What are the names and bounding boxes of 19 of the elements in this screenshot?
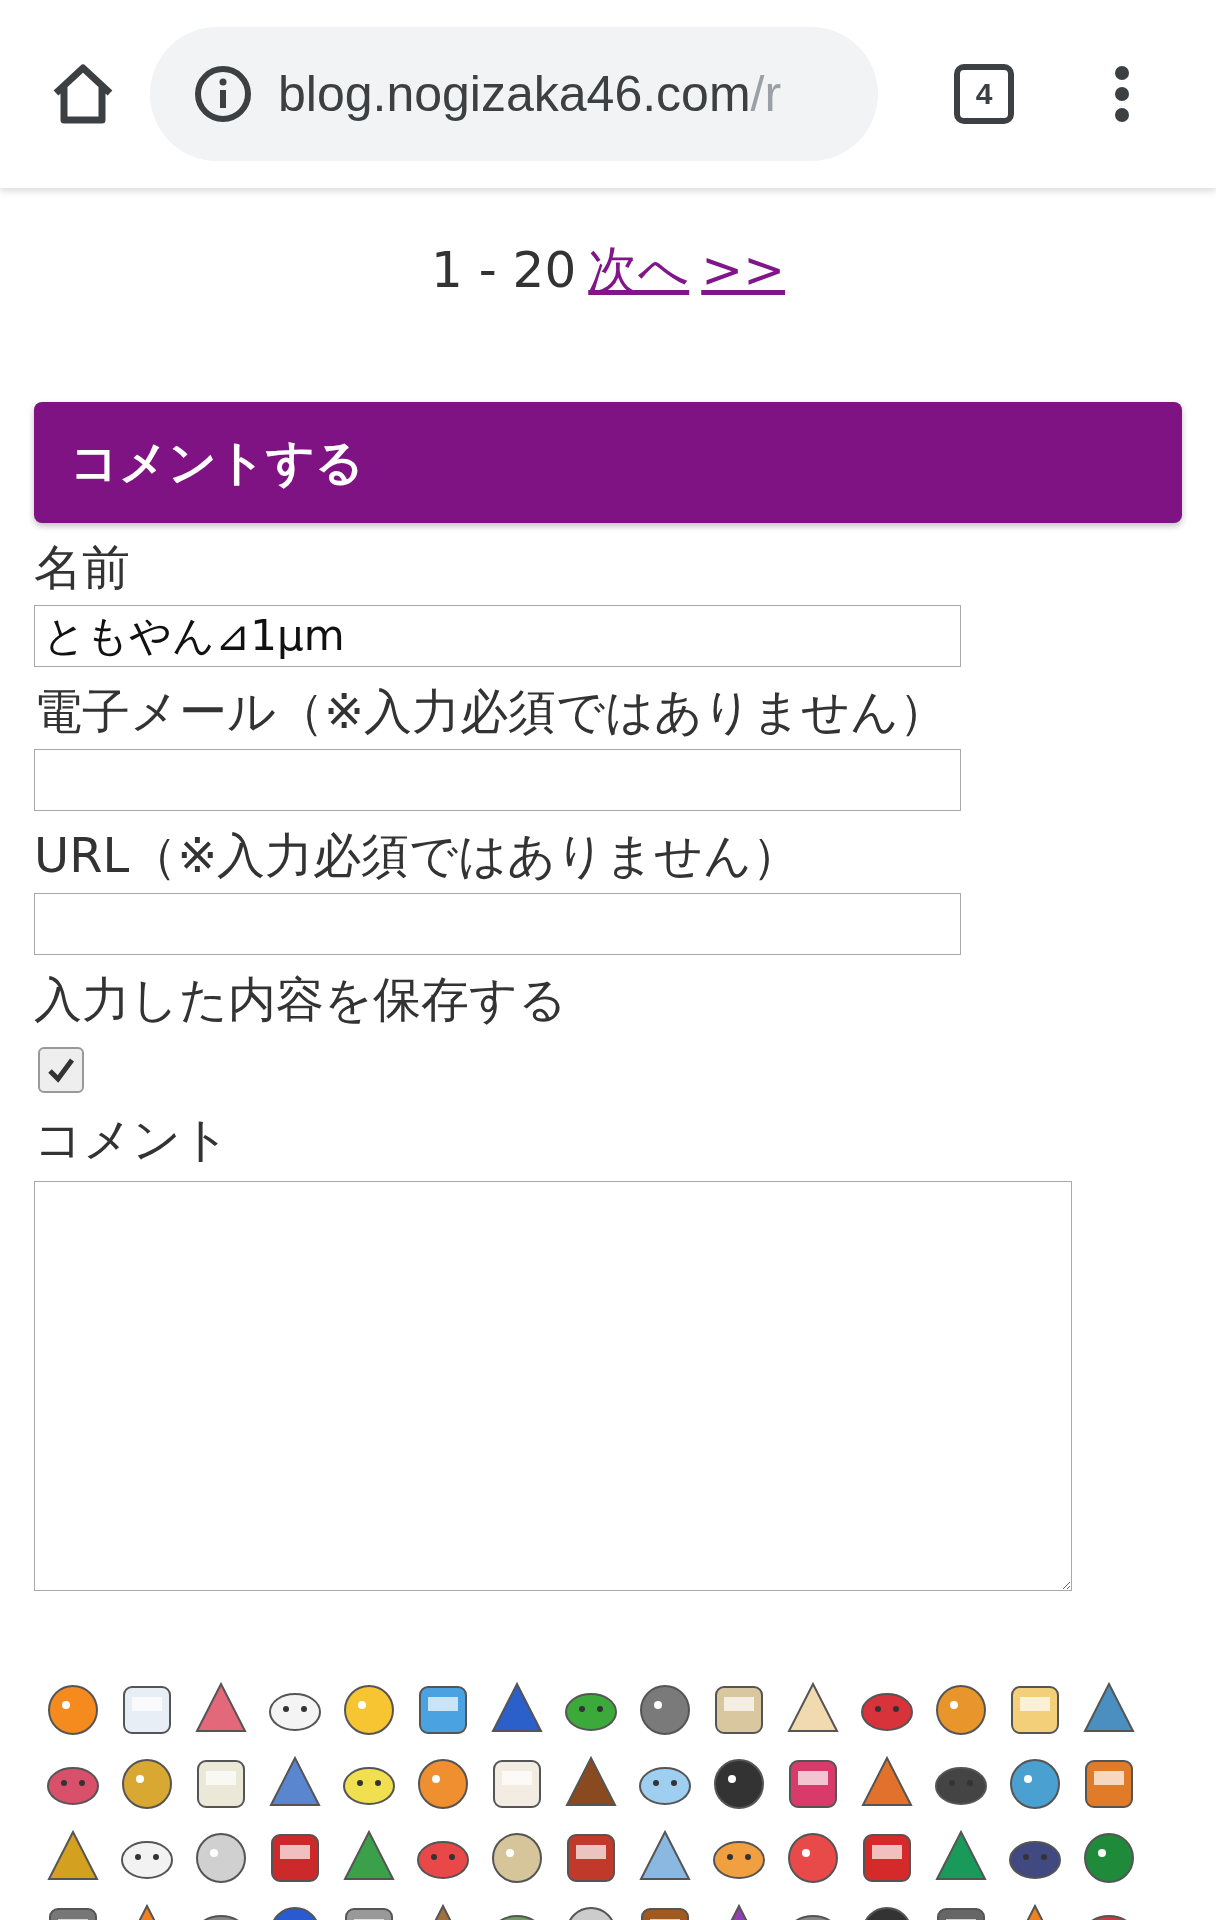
field-label: 電子メール（※入力必須ではありません） [34, 682, 949, 741]
next-link[interactable]: 次へ [588, 236, 690, 304]
text-field[interactable]: ともやん⊿1μm [34, 605, 961, 667]
url-text: blog.nogizaka46.com/r [278, 65, 782, 123]
field-label: 入力した内容を保存する [34, 970, 568, 1029]
field-label: 名前 [34, 538, 131, 597]
info-icon[interactable] [194, 65, 252, 123]
page-range: 1 - 20 [430, 241, 577, 299]
comment-field[interactable] [34, 1181, 1072, 1591]
address-bar[interactable]: blog.nogizaka46.com/r [150, 27, 878, 161]
section-header: コメントする [34, 402, 1182, 523]
menu-icon[interactable] [1112, 65, 1132, 123]
tab-count-button[interactable]: 4 [954, 64, 1014, 124]
text-field[interactable] [34, 893, 961, 955]
last-link[interactable]: >> [701, 241, 786, 299]
checkbox[interactable] [38, 1047, 84, 1093]
field-label: URL（※入力必須ではありません） [34, 826, 802, 885]
text-field[interactable] [34, 749, 961, 811]
field-label: コメント [34, 1110, 231, 1169]
